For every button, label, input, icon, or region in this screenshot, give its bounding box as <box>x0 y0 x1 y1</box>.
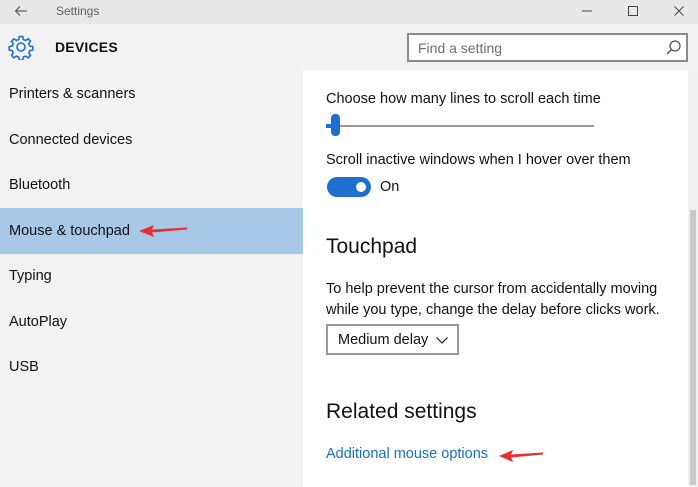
close-icon <box>674 6 684 16</box>
scrollbar-thumb[interactable] <box>690 210 696 485</box>
toggle-state-label: On <box>380 179 400 195</box>
sidebar-item-typing[interactable]: Typing <box>0 253 303 299</box>
sidebar-item-usb[interactable]: USB <box>0 344 303 390</box>
search-icon[interactable] <box>665 39 682 56</box>
delay-select-value: Medium delay <box>338 331 429 348</box>
window-title: Settings <box>56 4 100 18</box>
annotation-arrow-icon <box>499 450 543 462</box>
search-box[interactable] <box>407 33 688 62</box>
back-button[interactable] <box>9 0 33 22</box>
sidebar-item-label: Mouse & touchpad <box>9 223 130 239</box>
annotation-arrow-icon <box>139 225 187 237</box>
additional-mouse-options-link[interactable]: Additional mouse options <box>326 446 488 462</box>
touchpad-description: To help prevent the cursor from accident… <box>326 281 660 318</box>
sidebar-item-printers-scanners[interactable]: Printers & scanners <box>0 71 303 117</box>
sidebar-item-label: USB <box>9 359 39 375</box>
close-button[interactable] <box>662 0 696 22</box>
sidebar-item-label: Bluetooth <box>9 177 71 193</box>
slider-thumb[interactable] <box>331 114 340 136</box>
maximize-icon <box>628 6 638 16</box>
gear-icon <box>8 35 34 60</box>
back-arrow-icon <box>14 6 27 16</box>
minimize-icon <box>582 10 592 12</box>
toggle-knob <box>356 182 366 192</box>
header: DEVICES <box>0 24 698 70</box>
sidebar-item-label: Printers & scanners <box>9 86 136 102</box>
sidebar-item-bluetooth[interactable]: Bluetooth <box>0 162 303 208</box>
scroll-lines-label: Choose how many lines to scroll each tim… <box>326 91 601 107</box>
scroll-inactive-toggle[interactable] <box>327 177 371 197</box>
minimize-button[interactable] <box>570 0 604 22</box>
settings-content: Choose how many lines to scroll each tim… <box>303 70 688 487</box>
touchpad-heading: Touchpad <box>326 235 418 258</box>
slider-track[interactable] <box>326 125 594 127</box>
related-settings-heading: Related settings <box>326 400 477 423</box>
page-title: DEVICES <box>55 39 118 55</box>
scroll-inactive-label: Scroll inactive windows when I hover ove… <box>326 152 631 168</box>
sidebar: Printers & scanners Connected devices Bl… <box>0 70 303 487</box>
search-input[interactable] <box>409 35 659 60</box>
sidebar-item-label: Connected devices <box>9 132 133 148</box>
title-bar: Settings <box>0 0 698 24</box>
sidebar-item-mouse-touchpad[interactable]: Mouse & touchpad <box>0 208 303 254</box>
chevron-down-icon <box>436 337 448 344</box>
sidebar-item-label: Typing <box>9 268 52 284</box>
sidebar-item-autoplay[interactable]: AutoPlay <box>0 299 303 345</box>
sidebar-item-connected-devices[interactable]: Connected devices <box>0 117 303 163</box>
sidebar-item-label: AutoPlay <box>9 314 68 330</box>
delay-select[interactable]: Medium delay <box>326 324 459 355</box>
maximize-button[interactable] <box>616 0 650 22</box>
content-scrollbar[interactable] <box>688 70 698 487</box>
